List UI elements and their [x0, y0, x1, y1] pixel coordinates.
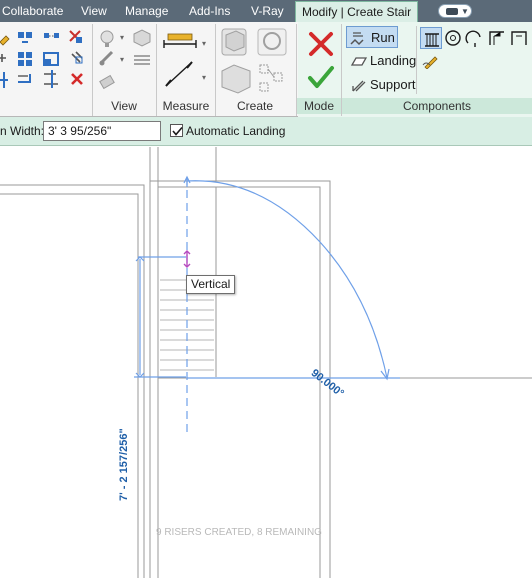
- tab-manage[interactable]: Manage: [123, 0, 170, 22]
- split-icon: [44, 70, 58, 88]
- landing-button[interactable]: Landing: [346, 51, 416, 71]
- drawing-canvas[interactable]: 90.000° 7' - 2 157/256" 9 RISERS CREATED…: [0, 147, 532, 578]
- panel-label-view: View: [111, 99, 137, 113]
- lightbulb-icon: [100, 30, 114, 47]
- tab-modify-create-stair[interactable]: Modify | Create Stair: [295, 1, 419, 22]
- support-label: Support: [370, 77, 416, 92]
- panel-label-measure: Measure: [162, 99, 210, 113]
- spiral-run-icon: [445, 30, 461, 46]
- actual-run-width-field[interactable]: 3' 3 95/256": [43, 121, 161, 141]
- panel-label-components: Components: [342, 98, 532, 114]
- tab-collaborate[interactable]: Collaborate: [0, 0, 65, 22]
- paintbrush-icon: [99, 50, 114, 66]
- create-part-icon: [257, 28, 287, 56]
- length-dimension: [134, 256, 186, 378]
- panel-separator: [416, 26, 417, 94]
- align-icon: [0, 72, 8, 88]
- aligned-dimension-icon: [165, 61, 193, 87]
- chevron-down-icon: ▼: [461, 7, 469, 16]
- checkmark-icon: [172, 126, 183, 136]
- run-type-icons: [445, 30, 527, 47]
- minimize-icon: [446, 8, 458, 15]
- copy-icon: [18, 32, 32, 43]
- delete-split-icon: [69, 30, 82, 43]
- l-shape-winder-icon: [489, 31, 504, 45]
- u-shape-winder-icon: [511, 31, 527, 45]
- run-label: Run: [371, 30, 395, 45]
- landing-icon: [350, 57, 367, 66]
- cancel-edit-mode-icon: [309, 32, 333, 56]
- scale-icon: [43, 52, 59, 66]
- sketch-pencil-icon: [422, 56, 438, 69]
- pin-icon: [71, 51, 83, 64]
- measure-panel-icons: ▾ ▾: [163, 33, 206, 87]
- create-component-icon: [221, 28, 247, 56]
- actual-run-width-label: n Width:: [0, 124, 45, 138]
- mode-panel-icons: [308, 32, 334, 88]
- svg-text:▾: ▾: [202, 39, 206, 48]
- run-stair-icon: [350, 32, 364, 46]
- riser-status-text: 9 RISERS CREATED, 8 REMAINING: [156, 527, 322, 538]
- support-icon: [352, 80, 366, 92]
- finish-edit-mode-icon: [308, 66, 334, 88]
- support-button[interactable]: Support: [346, 75, 416, 95]
- eraser-icon: [99, 74, 115, 90]
- create-panel-icons: [221, 28, 287, 94]
- tab-view[interactable]: View: [79, 0, 109, 22]
- length-dimension-text: 7' - 2 157/256": [118, 428, 130, 501]
- create-similar-icon: [259, 64, 283, 92]
- automatic-landing-label: Automatic Landing: [186, 124, 286, 138]
- pencil-icon: [0, 35, 10, 46]
- delete-icon: [71, 73, 83, 85]
- tab-add-ins[interactable]: Add-Ins: [187, 0, 232, 22]
- svg-text:▾: ▾: [202, 73, 206, 82]
- straight-run-icon: [425, 33, 439, 47]
- trim-icon: [18, 74, 31, 83]
- cube-icon: [133, 29, 151, 47]
- create-group-icon: [221, 64, 251, 94]
- run-button[interactable]: Run: [346, 26, 398, 48]
- svg-text:▾: ▾: [120, 33, 124, 42]
- panel-label-mode: Mode: [297, 98, 341, 114]
- linework-icon: [134, 55, 150, 65]
- snap-tooltip: Vertical: [186, 275, 236, 294]
- vertical-snap-marker: [183, 250, 191, 268]
- create-sketch-button[interactable]: [420, 51, 442, 71]
- ribbon-tab-bar: Collaborate View Manage Add-Ins V-Ray Mo…: [0, 0, 532, 22]
- ribbon-minimize-toggle[interactable]: ▼: [438, 4, 472, 18]
- straight-run-button[interactable]: [420, 27, 442, 49]
- offset-icon: [44, 33, 59, 38]
- array-icon: [18, 52, 32, 66]
- modify-panel-icons: [0, 30, 83, 88]
- center-ends-spiral-icon: [465, 30, 481, 47]
- measure-between-references-icon: [163, 33, 197, 48]
- automatic-landing-checkbox[interactable]: [170, 124, 183, 137]
- tab-v-ray[interactable]: V-Ray: [249, 0, 286, 22]
- options-bar: n Width: 3' 3 95/256" Automatic Landing: [0, 117, 532, 146]
- move-icon: [0, 54, 6, 62]
- view-panel-icons: ▾ ▾: [99, 29, 151, 90]
- landing-label: Landing: [370, 53, 417, 68]
- svg-text:▾: ▾: [120, 55, 124, 64]
- wall-lines: [0, 147, 532, 578]
- stair-sketch: [0, 147, 532, 578]
- panel-label-create: Create: [236, 99, 274, 113]
